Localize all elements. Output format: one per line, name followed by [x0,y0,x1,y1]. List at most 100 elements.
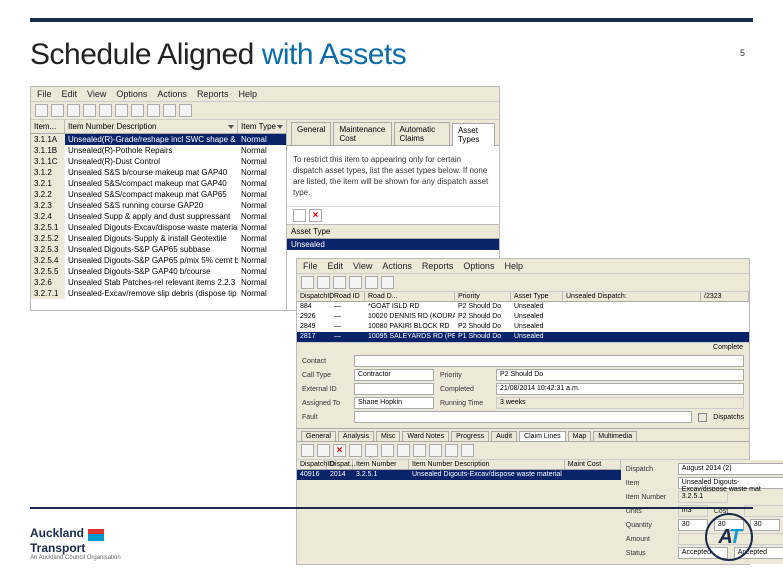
table-row[interactable]: 3.1.1BUnsealed(R)-Pothole RepairsNormal [31,145,286,156]
menu-help[interactable]: Help [504,261,523,271]
dispatch-row[interactable]: 2926—10020 DENNIS RD (KOURAWHERO)P2 Shou… [297,312,749,322]
col-item[interactable]: Item... [31,120,65,133]
col-maintcost[interactable]: Maint Cost [565,460,621,469]
external-field[interactable] [354,383,434,395]
table-row[interactable]: 3.2.5.5Unsealed Digouts-S&P GAP40 b/cour… [31,266,286,277]
delete-icon[interactable]: × [309,209,322,222]
table-row[interactable]: 3.2.5.3Unsealed Digouts-S&P GAP65 subbas… [31,244,286,255]
table-row[interactable]: 3.2.5.1Unsealed Digouts-Excav/dispose wa… [31,222,286,233]
toolbar-icon[interactable] [397,444,410,457]
toolbar-icon[interactable] [179,104,192,117]
completed-field[interactable]: 21/08/2014 10:42:31 a.m. [496,383,744,395]
menu-options[interactable]: Options [463,261,494,271]
toolbar-icon[interactable] [445,444,458,457]
menu-edit[interactable]: Edit [62,89,78,99]
toolbar-icon[interactable] [131,104,144,117]
menu-file[interactable]: File [37,89,52,99]
col-itemdesc[interactable]: Item Number Description [409,460,565,469]
toolbar-icon[interactable] [83,104,96,117]
tab-maintcost[interactable]: Maintenance Cost [333,122,391,145]
assigned-field[interactable]: Shane Hopkin [354,397,434,409]
fault-field[interactable] [354,411,692,423]
contact-field[interactable] [354,355,744,367]
dispatch-field[interactable]: August 2014 (2) [678,463,783,475]
col-assettype[interactable]: Asset Type [511,292,563,301]
menu-file[interactable]: File [303,261,318,271]
toolbar-icon[interactable] [461,444,474,457]
priority-field[interactable]: P2 Should Do [496,369,744,381]
tab-general[interactable]: General [301,431,336,441]
col-disp[interactable]: Dispat... [327,460,353,469]
toolbar-icon[interactable] [317,276,330,289]
col-roadname[interactable]: Road D... [365,292,455,301]
tab-analysis[interactable]: Analysis [338,431,374,441]
toolbar-icon[interactable] [365,444,378,457]
toolbar-icon[interactable] [301,276,314,289]
toolbar-icon[interactable] [35,104,48,117]
toolbar-icon[interactable] [349,276,362,289]
table-row[interactable]: 3.1.1CUnsealed(R)-Dust ControlNormal [31,156,286,167]
menu-reports[interactable]: Reports [422,261,454,271]
toolbar-icon[interactable] [147,104,160,117]
menu-edit[interactable]: Edit [328,261,344,271]
table-row[interactable]: 3.2.2Unsealed S&S/compact makeup mat GAP… [31,189,286,200]
col-type[interactable]: Item Type [238,120,286,133]
qty-field-3[interactable]: 30 [750,519,780,531]
table-row[interactable]: 3.2.7.1Unsealed-Excav/remove slip debris… [31,288,286,299]
dispatch-row[interactable]: 2817—10095 SALEYARDS RD (PEAK)P1 Should … [297,332,749,342]
toolbar-icon[interactable] [349,444,362,457]
table-row[interactable]: 3.2.1Unsealed S&S/compact makeup mat GAP… [31,178,286,189]
col-itemnum[interactable]: Item Number [353,460,409,469]
tab-wardnotes[interactable]: Ward Notes [402,431,449,441]
col-dispid[interactable]: DispatchID [297,460,327,469]
toolbar-icon[interactable] [333,276,346,289]
menu-actions[interactable]: Actions [382,261,412,271]
tab-autoclaims[interactable]: Automatic Claims [394,122,450,145]
toolbar-icon[interactable] [163,104,176,117]
col-priority[interactable]: Priority [455,292,511,301]
toolbar-icon[interactable] [51,104,64,117]
tab-misc[interactable]: Misc [376,431,400,441]
menu-view[interactable]: View [353,261,372,271]
toolbar-icon[interactable] [381,276,394,289]
tab-progress[interactable]: Progress [451,431,489,441]
table-row[interactable]: 3.2.6Unsealed Stab Patches-rel relevant … [31,277,286,288]
table-row[interactable]: 3.2.3Unsealed S&S running course GAP20No… [31,200,286,211]
menu-view[interactable]: View [87,89,106,99]
asset-type-row[interactable]: Unsealed [287,239,499,250]
menu-help[interactable]: Help [238,89,257,99]
table-row[interactable]: 3.2.4Unsealed Supp & apply and dust supp… [31,211,286,222]
calltype-field[interactable]: Contractor [354,369,434,381]
delete-icon[interactable]: × [333,444,346,457]
table-row[interactable]: 3.1.1AUnsealed(R)-Grade/reshape incl SWC… [31,134,286,145]
col-description[interactable]: Item Number Description [65,120,238,133]
claim-row[interactable]: 40916 2014 3.2.5.1 Unsealed Digouts-Exca… [297,470,621,480]
toolbar-icon[interactable] [317,444,330,457]
toolbar-icon[interactable] [413,444,426,457]
dispatch-row[interactable]: 884—*GOAT ISLD RDP2 Should DoUnsealed [297,302,749,312]
col-unsealed[interactable]: Unsealed Dispatch: [563,292,701,301]
menu-actions[interactable]: Actions [157,89,187,99]
tab-general[interactable]: General [291,122,331,145]
toolbar-icon[interactable] [381,444,394,457]
tab-audit[interactable]: Audit [491,431,517,441]
tab-claimlines[interactable]: Claim Lines [519,431,566,441]
asset-type-header[interactable]: Asset Type [287,225,499,239]
toolbar-icon[interactable] [115,104,128,117]
table-row[interactable]: 3.2.5.4Unsealed Digouts-S&P GAP65 p/mix … [31,255,286,266]
item-field[interactable]: Unsealed Digouts-Excav/dispose waste mat [678,477,783,489]
menu-options[interactable]: Options [116,89,147,99]
col-roadid[interactable]: Road ID [331,292,365,301]
tab-map[interactable]: Map [568,431,592,441]
toolbar-icon[interactable] [429,444,442,457]
table-row[interactable]: 3.1.2Unsealed S&S b/course makeup mat GA… [31,167,286,178]
dispatch-row[interactable]: 2849—10080 PAKIRI BLOCK RDP2 Should DoUn… [297,322,749,332]
new-icon[interactable] [293,209,306,222]
col-dispatchid[interactable]: DispatchID [297,292,331,301]
toolbar-icon[interactable] [67,104,80,117]
dispatch-checkbox[interactable] [698,413,707,422]
menu-reports[interactable]: Reports [197,89,229,99]
toolbar-icon[interactable] [365,276,378,289]
tab-assettypes[interactable]: Asset Types [452,123,495,146]
toolbar-icon[interactable] [99,104,112,117]
